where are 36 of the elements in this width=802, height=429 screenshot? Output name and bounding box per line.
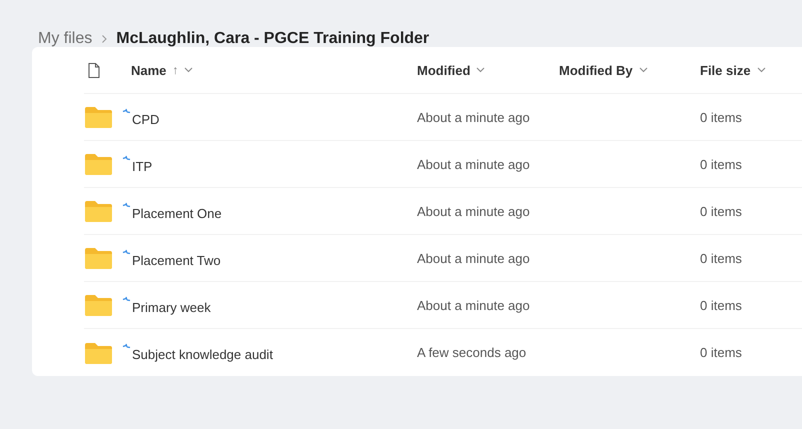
modified-cell-text: About a minute ago: [417, 250, 531, 266]
modified-cell-text: About a minute ago: [417, 110, 531, 124]
column-header[interactable]: Modified By: [559, 62, 648, 78]
file-size-cell-text: 0 items: [700, 250, 743, 266]
folder-icon: [84, 153, 113, 175]
file-icon: [88, 62, 100, 78]
folder-name-link[interactable]: Primary week: [132, 300, 211, 314]
breadcrumb-link[interactable]: My files: [38, 30, 92, 48]
folder-icon: [84, 294, 113, 316]
chevron-down-icon: [184, 67, 194, 73]
modified-cell-text: A few seconds ago: [417, 345, 528, 360]
column-header[interactable]: File size: [700, 62, 766, 78]
folder-icon: [84, 342, 113, 364]
folder-icon: [84, 200, 113, 222]
folder-name-link[interactable]: Subject knowledge audit: [132, 347, 273, 362]
column-header[interactable]: Name ↑: [131, 62, 194, 78]
folder-name-link[interactable]: CPD: [132, 112, 160, 126]
modified-cell-text: About a minute ago: [417, 298, 531, 312]
breadcrumb-link[interactable]: McLaughlin, Cara - PGCE Training Folder: [116, 30, 430, 48]
file-size-cell-text: 0 items: [700, 110, 743, 124]
file-size-cell-text: 0 items: [700, 345, 743, 360]
chevron-down-icon: [756, 67, 766, 73]
file-size-cell-text: 0 items: [700, 204, 743, 218]
file-size-cell-text: 0 items: [700, 298, 743, 312]
column-header[interactable]: Modified: [417, 62, 486, 78]
folder-icon: [84, 247, 113, 269]
folder-name-link[interactable]: ITP: [132, 158, 152, 174]
modified-cell-text: About a minute ago: [417, 204, 531, 218]
chevron-down-icon: [638, 67, 648, 73]
chevron-down-icon: [476, 67, 486, 73]
file-size-cell-text: 0 items: [700, 156, 743, 172]
chevron-right-icon: [100, 34, 108, 44]
modified-cell-text: About a minute ago: [417, 156, 531, 172]
folder-name-link[interactable]: Placement Two: [132, 252, 221, 268]
folder-name-link[interactable]: Placement One: [132, 206, 222, 220]
folder-icon: [84, 106, 113, 128]
